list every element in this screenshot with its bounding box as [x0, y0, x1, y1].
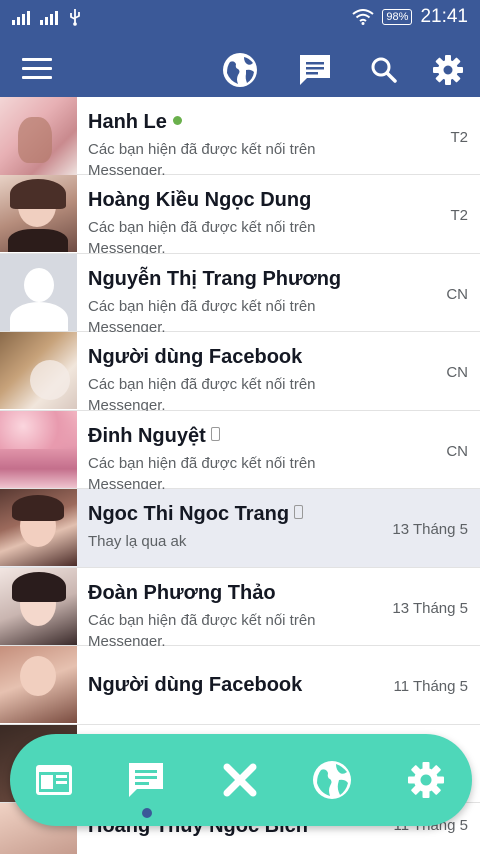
mobile-icon — [294, 505, 304, 519]
conversation-row[interactable]: Người dùng Facebook 11 Tháng 5 — [0, 646, 480, 725]
contact-name: Người dùng Facebook — [88, 674, 303, 696]
message-time: T2 — [450, 129, 468, 146]
message-time: 13 Tháng 5 — [392, 521, 468, 538]
mobile-icon — [210, 426, 220, 441]
usb-icon — [70, 9, 80, 26]
globe-icon[interactable] — [311, 759, 353, 801]
contact-name: Người dùng Facebook — [88, 346, 303, 368]
wifi-icon — [352, 9, 375, 25]
message-time: CN — [446, 364, 468, 381]
signal-icon — [12, 9, 30, 25]
message-time: T2 — [450, 207, 468, 224]
message-time: CN — [446, 285, 468, 303]
message-time: CN — [446, 442, 468, 460]
message-time: 11 Tháng 5 — [393, 678, 468, 695]
avatar — [0, 489, 77, 566]
globe-icon[interactable] — [222, 52, 258, 88]
search-icon[interactable] — [366, 52, 402, 88]
floating-dock — [10, 734, 472, 826]
conversation-row[interactable]: Người dùng Facebook Các bạn hiện đã được… — [0, 332, 480, 414]
contact-name: Hanh Le — [88, 111, 182, 134]
gear-icon[interactable] — [405, 759, 447, 801]
contact-name: Hoàng Kiều Ngọc Dung — [88, 189, 312, 211]
chat-icon[interactable] — [125, 759, 167, 801]
avatar — [0, 332, 77, 409]
message-time: 13 Tháng 5 — [392, 599, 468, 617]
conversation-row[interactable]: Hanh Le Các bạn hiện đã được kết nối trê… — [0, 97, 480, 179]
message-preview: Thay lạ qua ak — [88, 533, 187, 550]
online-indicator — [172, 116, 182, 125]
conversation-row[interactable]: Nguyễn Thị Trang Phương Các bạn hiện đã … — [0, 253, 480, 336]
battery-indicator: 98% — [382, 9, 413, 25]
app-bar — [0, 34, 480, 106]
conversation-row[interactable]: Hoàng Kiều Ngọc Dung Các bạn hiện đã đượ… — [0, 175, 480, 257]
gear-icon[interactable] — [430, 52, 466, 88]
avatar — [0, 410, 77, 488]
status-left — [12, 8, 82, 26]
conversation-row[interactable]: Đinh Nguyệt Các bạn hiện đã được kết nối… — [0, 410, 480, 493]
avatar — [0, 646, 77, 723]
close-icon[interactable] — [219, 759, 261, 801]
contact-name: Đoàn Phương Thảo — [88, 581, 276, 604]
chat-icon[interactable] — [297, 52, 333, 88]
status-bar: 98% 21:41 — [0, 0, 480, 34]
clock: 21:41 — [420, 6, 468, 27]
conversation-row-unread[interactable]: Ngoc Thi Ngoc Trang Thay lạ qua ak 13 Th… — [0, 489, 480, 568]
contact-name: Nguyễn Thị Trang Phương — [88, 267, 342, 290]
browser-icon[interactable] — [33, 759, 75, 801]
status-right: 98% 21:41 — [352, 6, 468, 28]
conversation-row[interactable]: Đoàn Phương Thảo Các bạn hiện đã được kế… — [0, 567, 480, 650]
avatar — [0, 567, 77, 645]
signal-icon — [40, 9, 58, 25]
active-indicator — [142, 808, 152, 818]
contact-name: Ngoc Thi Ngoc Trang — [88, 503, 304, 526]
avatar — [0, 175, 77, 252]
menu-icon[interactable] — [22, 58, 52, 82]
avatar-placeholder — [0, 253, 77, 331]
contact-name: Đinh Nguyệt — [88, 425, 220, 448]
avatar — [0, 97, 77, 175]
